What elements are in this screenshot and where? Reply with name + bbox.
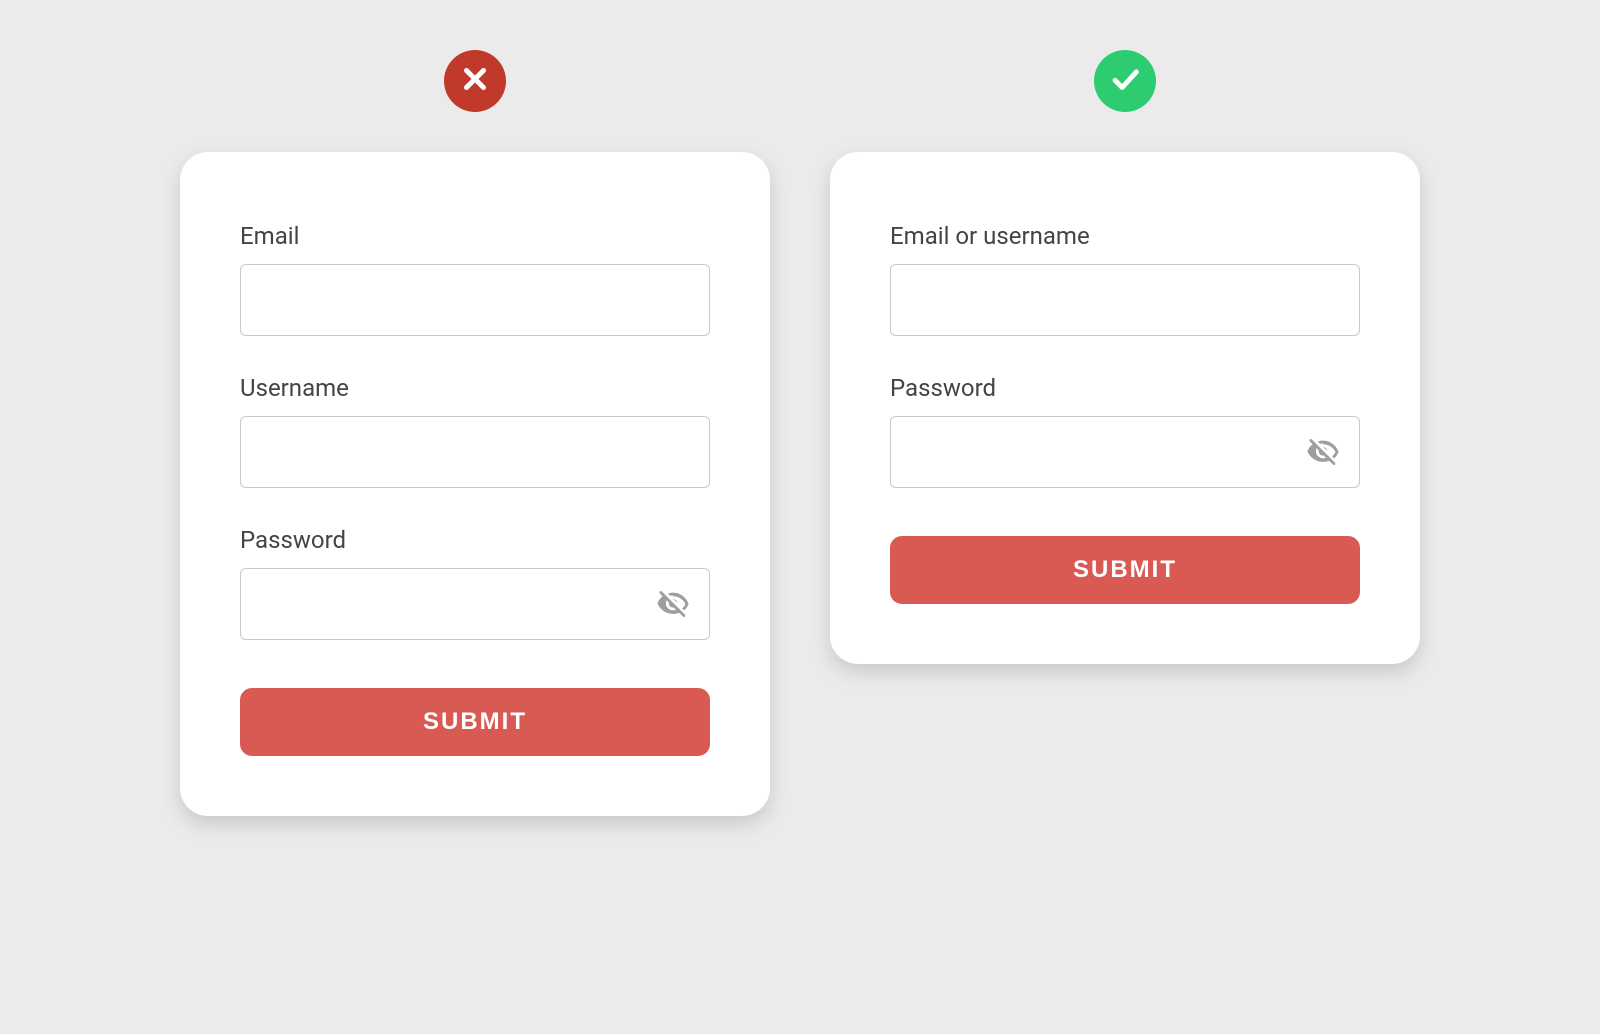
login-card-bad: Email Username Password SUBMIT bbox=[180, 152, 770, 816]
password-input[interactable] bbox=[240, 568, 710, 640]
email-label: Email bbox=[240, 222, 710, 250]
check-icon bbox=[1108, 62, 1142, 100]
password-input[interactable] bbox=[890, 416, 1360, 488]
close-icon bbox=[458, 62, 492, 100]
password-field-group: Password bbox=[240, 526, 710, 640]
username-field-group: Username bbox=[240, 374, 710, 488]
identifier-input[interactable] bbox=[890, 264, 1360, 336]
visibility-off-icon[interactable] bbox=[656, 587, 690, 621]
incorrect-badge bbox=[444, 50, 506, 112]
bad-example: Email Username Password SUBMIT bbox=[180, 50, 770, 816]
username-input[interactable] bbox=[240, 416, 710, 488]
submit-button[interactable]: SUBMIT bbox=[240, 688, 710, 756]
login-card-good: Email or username Password SUBMIT bbox=[830, 152, 1420, 664]
visibility-off-icon[interactable] bbox=[1306, 435, 1340, 469]
password-label: Password bbox=[240, 526, 710, 554]
submit-button[interactable]: SUBMIT bbox=[890, 536, 1360, 604]
password-label: Password bbox=[890, 374, 1360, 402]
correct-badge bbox=[1094, 50, 1156, 112]
email-field-group: Email bbox=[240, 222, 710, 336]
email-input[interactable] bbox=[240, 264, 710, 336]
username-label: Username bbox=[240, 374, 710, 402]
identifier-label: Email or username bbox=[890, 222, 1360, 250]
password-field-group: Password bbox=[890, 374, 1360, 488]
good-example: Email or username Password SUBMIT bbox=[830, 50, 1420, 664]
identifier-field-group: Email or username bbox=[890, 222, 1360, 336]
